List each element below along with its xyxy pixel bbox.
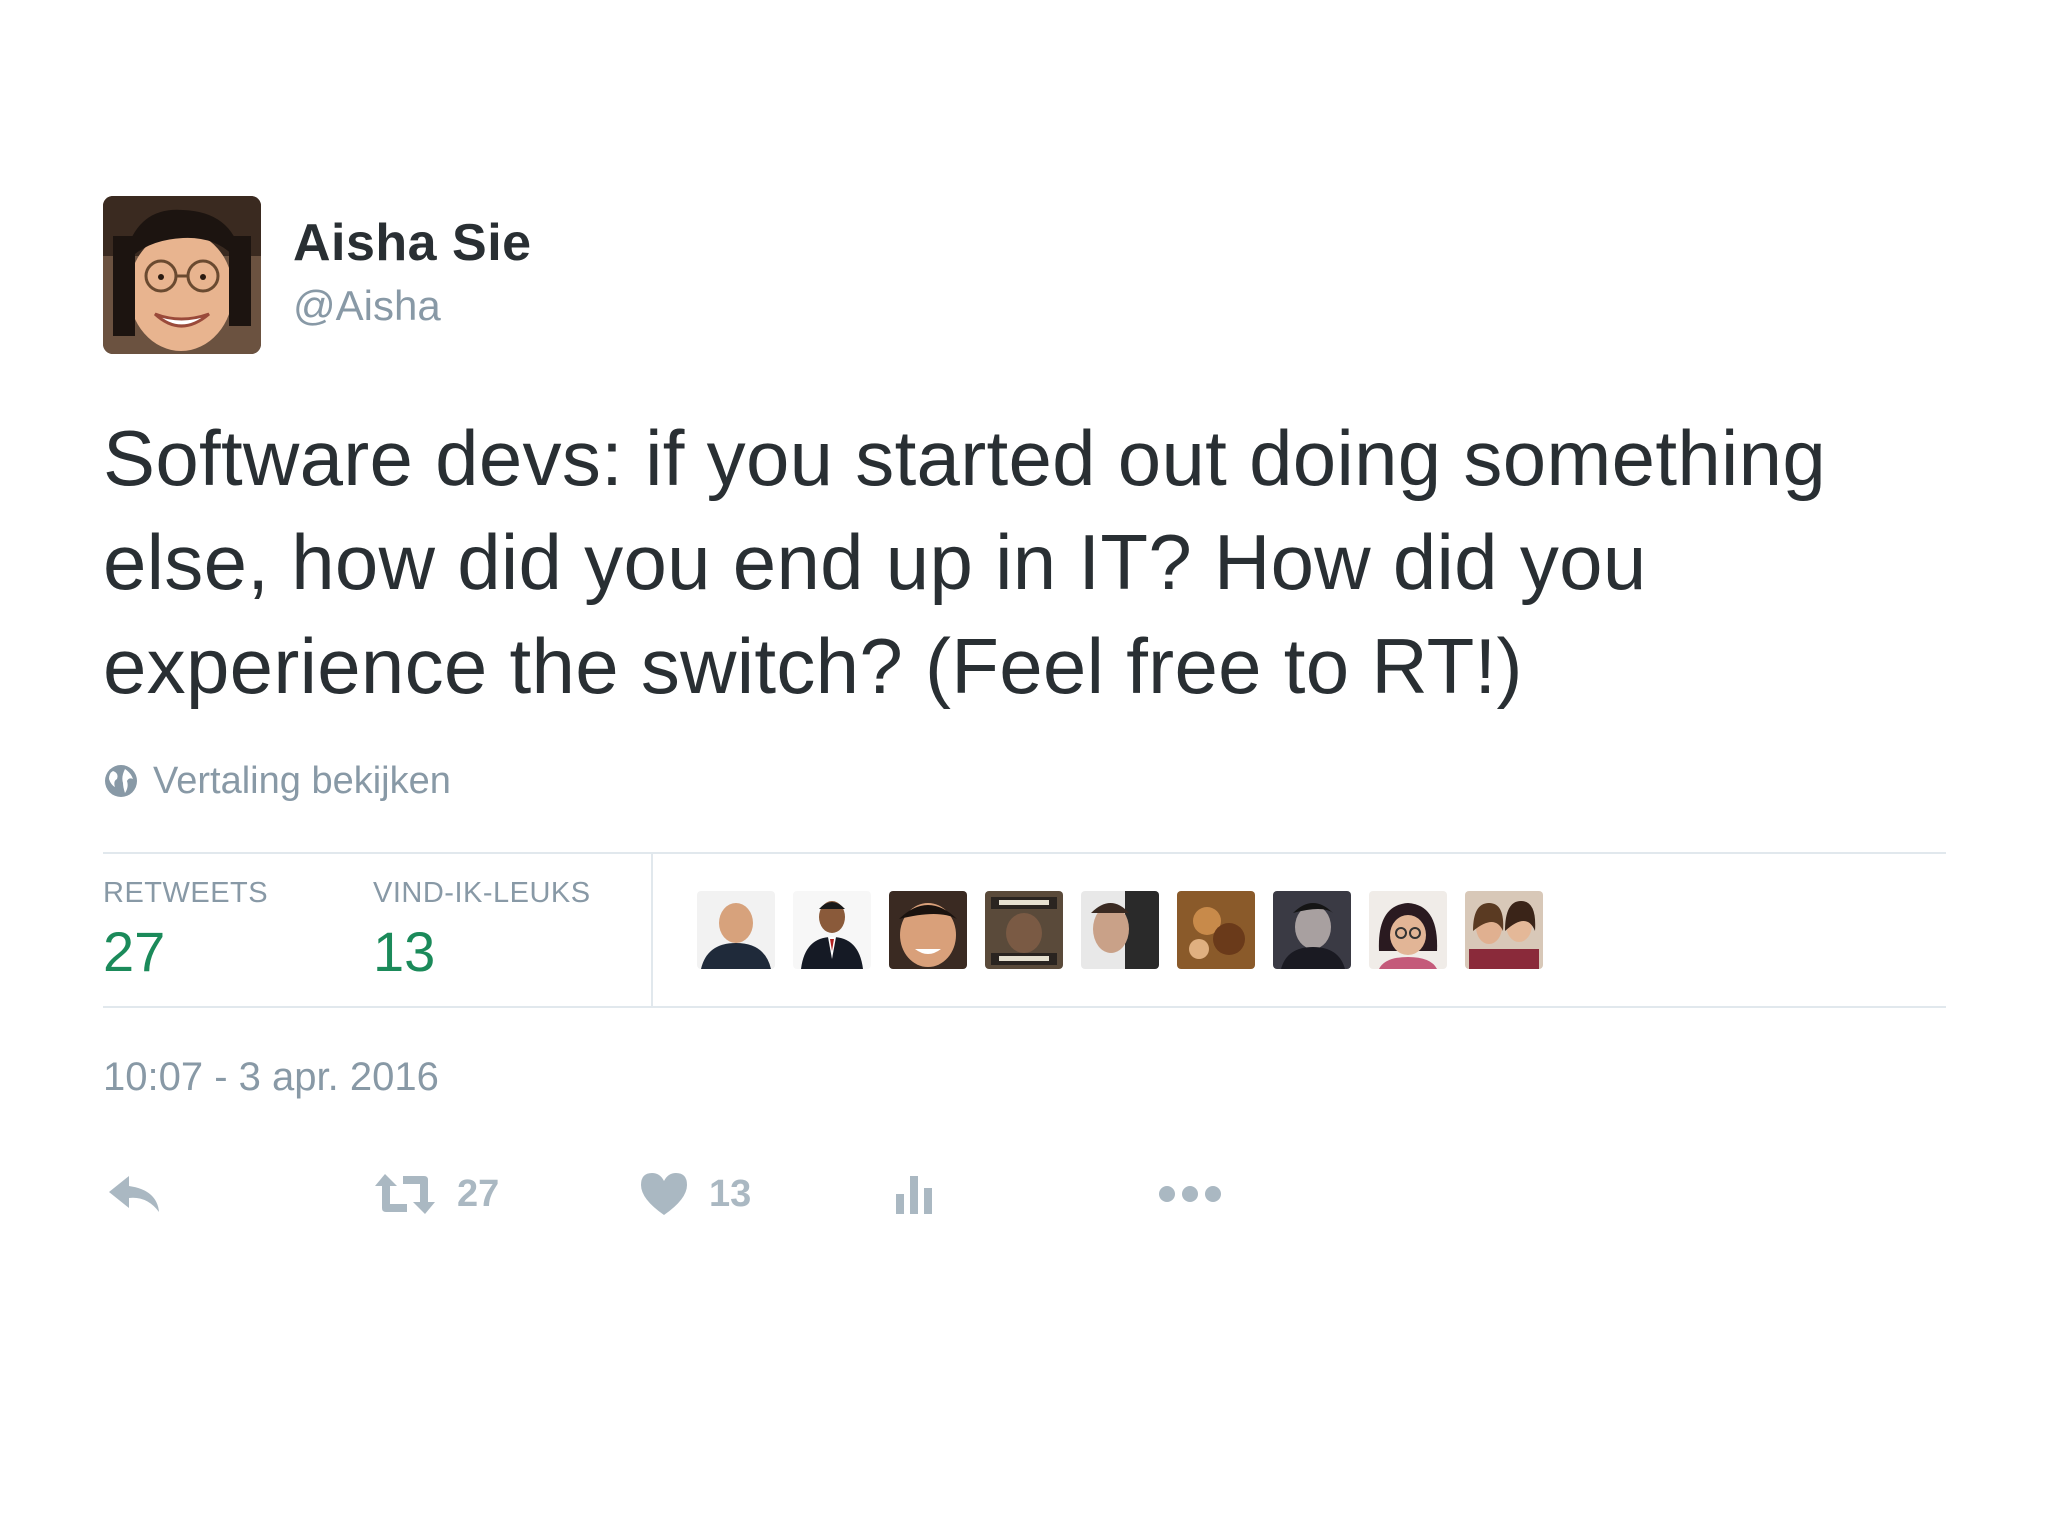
liker-avatar[interactable]: [793, 891, 871, 969]
analytics-button[interactable]: [893, 1164, 937, 1224]
liker-avatar[interactable]: [697, 891, 775, 969]
heart-icon: [641, 1173, 687, 1215]
analytics-icon: [896, 1176, 932, 1214]
author-avatar-image: [103, 196, 261, 354]
retweets-label: RETWEETS: [103, 877, 269, 909]
tweet-actions: 27 13: [103, 1164, 1946, 1224]
more-icon: [1159, 1186, 1221, 1202]
reply-icon: [109, 1176, 159, 1212]
author-avatar[interactable]: [103, 196, 261, 354]
retweet-icon: [375, 1174, 435, 1214]
author-name[interactable]: Aisha Sie: [293, 212, 532, 274]
likes-stat[interactable]: VIND-IK-LEUKS 13: [373, 854, 643, 1006]
liker-avatar[interactable]: [1081, 891, 1159, 969]
liker-avatar[interactable]: [889, 891, 967, 969]
stats-divider: [651, 854, 653, 1006]
retweets-count: 27: [103, 920, 166, 983]
liker-avatar[interactable]: [1273, 891, 1351, 969]
liker-avatar[interactable]: [1177, 891, 1255, 969]
author-handle[interactable]: @Aisha: [293, 276, 532, 336]
like-action-count: 13: [709, 1172, 752, 1215]
liker-avatar[interactable]: [1369, 891, 1447, 969]
liker-avatar[interactable]: [985, 891, 1063, 969]
like-button[interactable]: 13: [639, 1164, 751, 1224]
more-button[interactable]: [1157, 1164, 1223, 1224]
retweet-button[interactable]: 27: [373, 1164, 499, 1224]
translate-link[interactable]: Vertaling bekijken: [103, 756, 1946, 806]
tweet-card: Aisha Sie @Aisha Software devs: if you s…: [103, 196, 1946, 1224]
likes-count: 13: [373, 920, 436, 983]
author-info: Aisha Sie @Aisha: [293, 212, 532, 336]
retweet-action-count: 27: [457, 1172, 500, 1215]
globe-icon: [105, 765, 137, 797]
reply-button[interactable]: [107, 1164, 163, 1224]
liker-avatars: [697, 854, 1543, 1006]
likes-label: VIND-IK-LEUKS: [373, 877, 591, 909]
tweet-timestamp[interactable]: 10:07 - 3 apr. 2016: [103, 1052, 1946, 1102]
tweet-header: Aisha Sie @Aisha: [103, 196, 1946, 354]
translate-link-label: Vertaling bekijken: [153, 759, 451, 802]
liker-avatar[interactable]: [1465, 891, 1543, 969]
tweet-text: Software devs: if you started out doing …: [103, 414, 1827, 710]
retweets-stat[interactable]: RETWEETS 27: [103, 854, 373, 1006]
tweet-stats: RETWEETS 27 VIND-IK-LEUKS 13: [103, 852, 1946, 1008]
